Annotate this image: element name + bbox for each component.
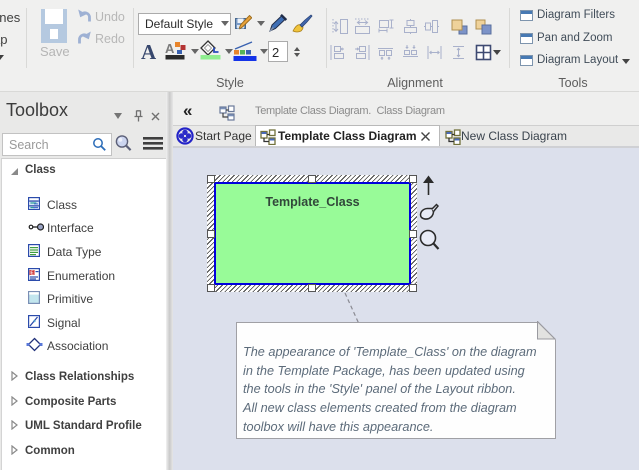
svg-text:E: E	[30, 270, 34, 276]
svg-text:A: A	[165, 42, 175, 56]
